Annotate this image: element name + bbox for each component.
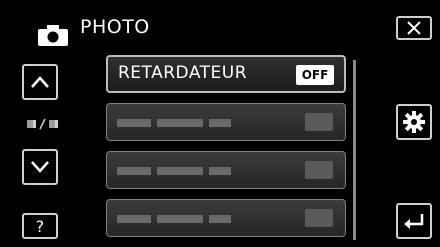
scrollbar[interactable] [353, 60, 356, 240]
page-title: PHOTO [80, 16, 150, 38]
page-indicator-icon [27, 118, 58, 130]
blurred-value-badge [305, 209, 333, 227]
help-label: ? [35, 216, 45, 236]
help-button[interactable]: ? [22, 213, 58, 239]
menu-item-disabled[interactable] [106, 103, 346, 141]
status-badge: OFF [296, 65, 334, 85]
close-button[interactable] [396, 16, 432, 40]
blurred-value-badge [305, 161, 333, 179]
back-button[interactable] [396, 203, 432, 239]
scroll-down-button[interactable] [22, 149, 58, 185]
gear-icon [403, 111, 425, 133]
chevron-up-icon [31, 76, 49, 88]
camera-icon [38, 25, 68, 46]
return-icon [404, 214, 424, 229]
chevron-down-icon [31, 161, 49, 173]
menu-item-disabled[interactable] [106, 199, 346, 237]
close-icon [407, 21, 421, 35]
menu-item-disabled[interactable] [106, 151, 346, 189]
scroll-up-button[interactable] [22, 64, 58, 100]
blurred-value-badge [305, 113, 333, 131]
menu-item-self-timer[interactable]: RETARDATEUR OFF [106, 55, 346, 93]
menu-item-label: RETARDATEUR [118, 63, 248, 83]
settings-button[interactable] [396, 104, 432, 140]
